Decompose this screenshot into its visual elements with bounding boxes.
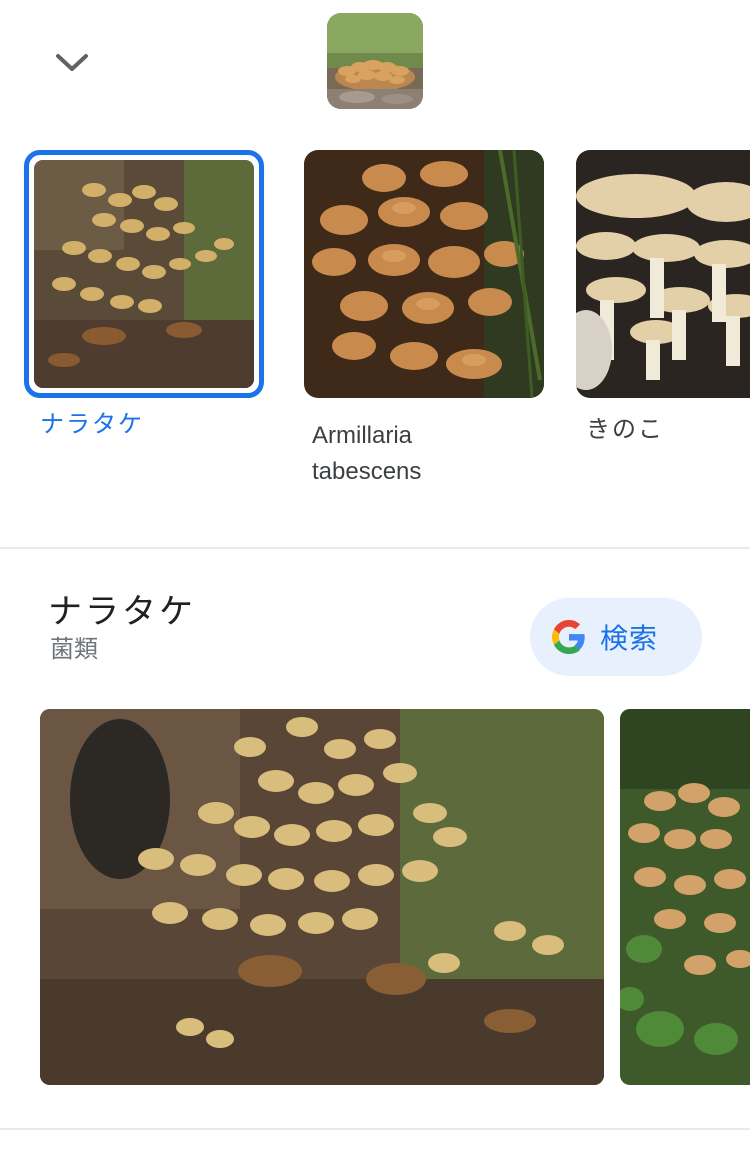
collapse-button[interactable] xyxy=(44,36,100,88)
chevron-down-icon xyxy=(56,54,88,71)
candidate-item-naratake[interactable]: ナラタケ xyxy=(24,150,264,442)
section-divider xyxy=(0,547,750,549)
google-search-button[interactable]: 検索 xyxy=(530,598,702,676)
entity-photo-image xyxy=(40,709,604,1085)
candidate-item-kinoko[interactable]: きのこ xyxy=(576,150,750,448)
candidate-label: きのこ xyxy=(586,416,664,443)
candidate-image-frame xyxy=(24,150,264,398)
candidate-label: Armillaria tabescens xyxy=(304,418,544,490)
candidate-label-line1: Armillaria xyxy=(312,422,413,449)
entity-photo-strip xyxy=(0,709,750,1087)
entity-photo[interactable] xyxy=(40,709,604,1085)
section-divider xyxy=(0,1128,750,1130)
candidate-strip: ナラタケ Armillaria tabescens きのこ xyxy=(0,150,750,510)
candidate-image xyxy=(304,150,544,398)
candidate-image xyxy=(576,150,750,398)
candidate-image xyxy=(34,160,254,388)
candidate-label: ナラタケ xyxy=(40,410,144,438)
google-g-icon xyxy=(552,620,585,654)
top-bar xyxy=(0,0,750,130)
query-image-thumbnail[interactable] xyxy=(327,13,423,109)
entity-photo-image xyxy=(620,709,750,1085)
search-button-label: 検索 xyxy=(600,622,659,655)
entity-photo[interactable] xyxy=(620,709,750,1085)
candidate-image-frame xyxy=(304,150,544,398)
candidate-item-armillaria[interactable]: Armillaria tabescens xyxy=(304,150,544,490)
entity-title: ナラタケ xyxy=(48,592,196,632)
query-image xyxy=(327,13,423,109)
candidate-image-frame xyxy=(576,150,750,398)
entity-subtitle: 菌類 xyxy=(50,635,98,663)
candidate-label-line2: tabescens xyxy=(312,458,422,485)
